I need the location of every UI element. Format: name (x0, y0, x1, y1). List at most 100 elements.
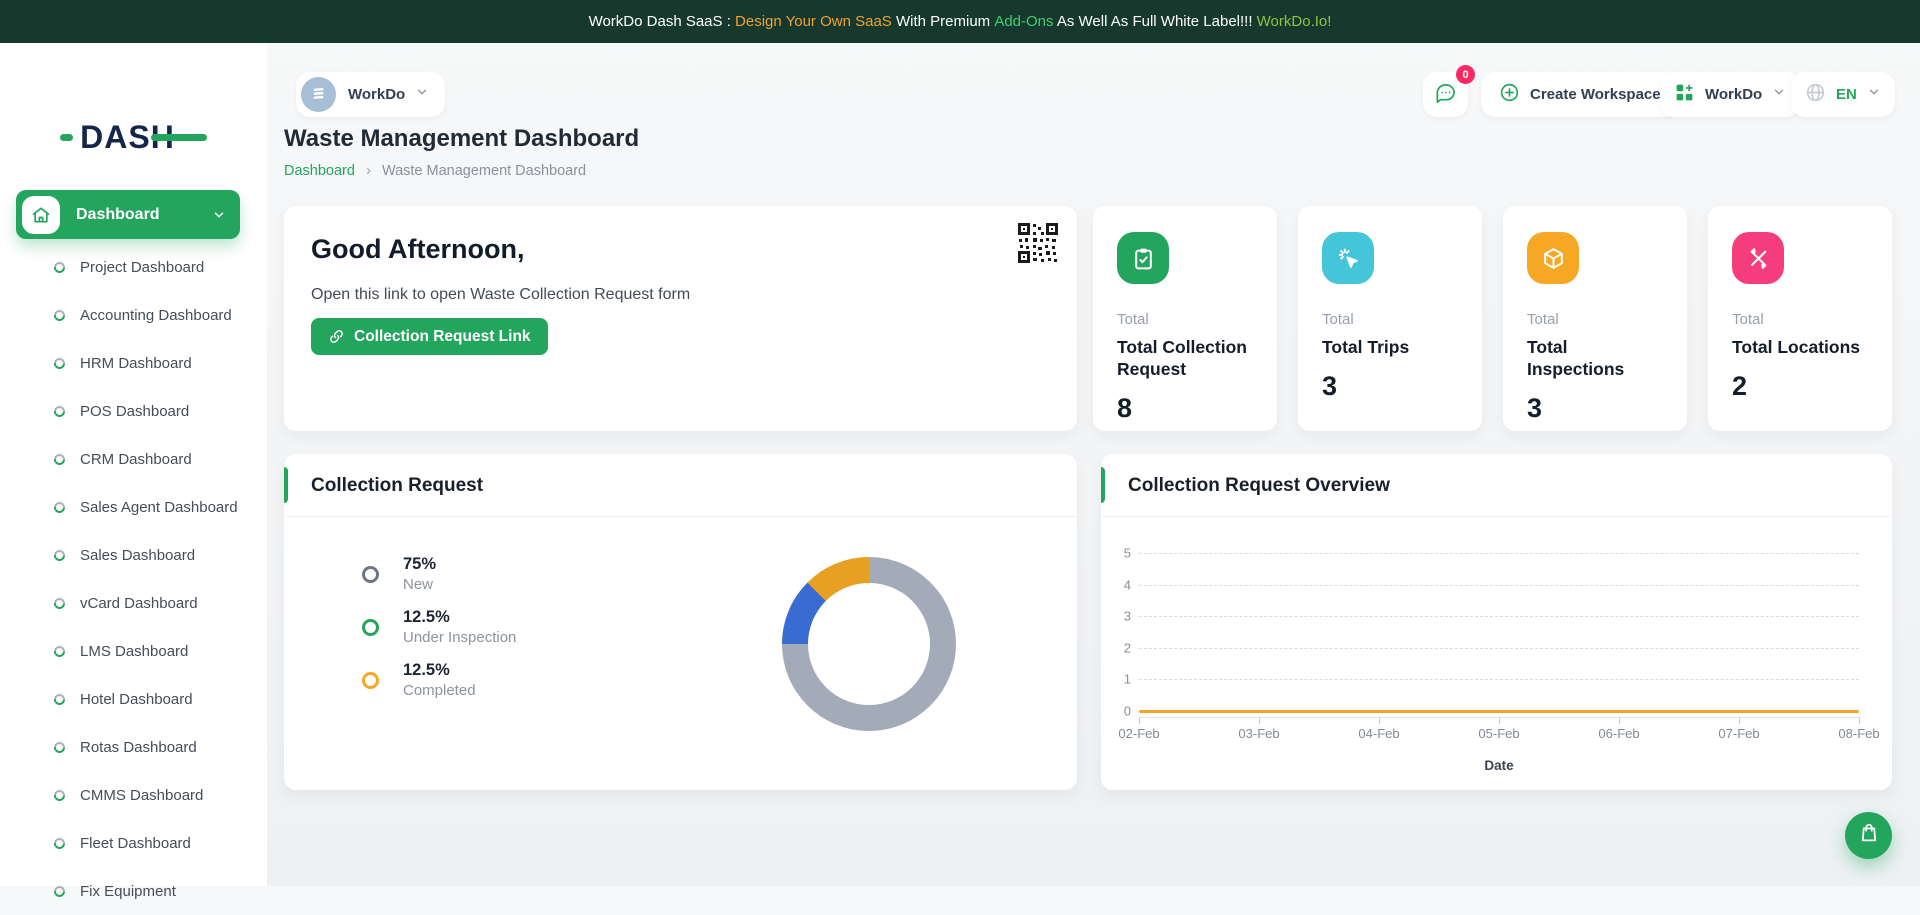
sidebar-item-label: POS Dashboard (80, 403, 189, 420)
sidebar-item-fix-equipment[interactable]: Fix Equipment (0, 867, 267, 915)
y-tick-label: 3 (1107, 609, 1131, 624)
disc-icon (52, 307, 67, 322)
x-tick (1859, 717, 1860, 724)
y-tick-label: 2 (1107, 640, 1131, 655)
sidebar-item-label: Project Dashboard (80, 259, 204, 276)
banner-segment: WorkDo Dash SaaS : (589, 13, 735, 30)
messages-badge: 0 (1456, 65, 1475, 84)
legend-item-new[interactable]: 75% New (362, 554, 516, 594)
stat-value: 2 (1732, 371, 1868, 402)
chevron-down-icon (212, 208, 226, 222)
sidebar-item-accounting-dashboard[interactable]: Accounting Dashboard (0, 291, 267, 339)
y-tick-label: 4 (1107, 577, 1131, 592)
app-switcher-label: WorkDo (1705, 86, 1762, 103)
sidebar-item-label: HRM Dashboard (80, 355, 192, 372)
y-tick-label: 5 (1107, 546, 1131, 561)
card-header: Collection Request (284, 454, 1077, 516)
sidebar-item-hrm-dashboard[interactable]: HRM Dashboard (0, 339, 267, 387)
app-logo[interactable]: DASH (0, 115, 267, 159)
x-tick-label: 02-Feb (1118, 726, 1159, 741)
cart-fab-button[interactable] (1845, 812, 1892, 859)
sidebar-item-label: CRM Dashboard (80, 451, 192, 468)
stat-label: Total (1732, 311, 1868, 328)
sidebar-item-sales-dashboard[interactable]: Sales Dashboard (0, 531, 267, 579)
x-tick (1499, 717, 1500, 724)
legend-item-under-inspection[interactable]: 12.5% Under Inspection (362, 607, 516, 647)
gridline (1139, 679, 1859, 680)
legend-label: Under Inspection (403, 629, 516, 646)
sidebar-item-crm-dashboard[interactable]: CRM Dashboard (0, 435, 267, 483)
collection-request-link-button[interactable]: Collection Request Link (311, 318, 548, 355)
disc-icon (52, 643, 67, 658)
sidebar-item-label: CMMS Dashboard (80, 787, 203, 804)
sidebar-item-fleet-dashboard[interactable]: Fleet Dashboard (0, 819, 267, 867)
app-switcher[interactable]: WorkDo (1660, 72, 1800, 117)
plus-circle-icon (1499, 82, 1520, 108)
breadcrumb-current: Waste Management Dashboard (382, 163, 586, 179)
sidebar-item-project-dashboard[interactable]: Project Dashboard (0, 243, 267, 291)
sidebar-item-rotas-dashboard[interactable]: Rotas Dashboard (0, 723, 267, 771)
y-tick-label: 1 (1107, 672, 1131, 687)
sidebar-item-label: Hotel Dashboard (80, 691, 193, 708)
stat-card-total-locations: Total Total Locations 2 (1708, 206, 1892, 431)
language-label: EN (1836, 86, 1857, 103)
sidebar-item-label: Dashboard (76, 206, 212, 224)
language-selector[interactable]: EN (1791, 72, 1895, 117)
logo-bar-icon (151, 134, 207, 141)
gridline (1139, 585, 1859, 586)
sidebar-item-dashboard[interactable]: Dashboard (16, 190, 240, 239)
stats-row: Total Total Collection Request 8 Total T… (1093, 206, 1892, 431)
stat-value: 3 (1527, 393, 1663, 424)
banner-link[interactable]: WorkDo.Io! (1257, 13, 1332, 30)
donut-chart[interactable] (782, 557, 956, 731)
greeting-subtitle: Open this link to open Waste Collection … (311, 286, 690, 304)
sidebar-item-label: Sales Agent Dashboard (80, 499, 238, 516)
stat-label: Total (1527, 311, 1663, 328)
collection-request-overview-card: Collection Request Overview 543210 02-Fe… (1101, 454, 1892, 790)
sidebar-menu: Project Dashboard Accounting Dashboard HRM… (0, 243, 267, 915)
sidebar-item-pos-dashboard[interactable]: POS Dashboard (0, 387, 267, 435)
sidebar-item-cmms-dashboard[interactable]: CMMS Dashboard (0, 771, 267, 819)
messages-button[interactable]: 0 (1423, 72, 1468, 117)
line-chart[interactable]: 543210 02-Feb03-Feb04-Feb05-Feb06-Feb07-… (1101, 516, 1892, 790)
sidebar-item-sales-agent-dashboard[interactable]: Sales Agent Dashboard (0, 483, 267, 531)
collection-request-card: Collection Request 75% New 12.5% Under I… (284, 454, 1077, 790)
legend-item-completed[interactable]: 12.5% Completed (362, 660, 516, 700)
announcement-banner: WorkDo Dash SaaS : Design Your Own SaaS … (0, 0, 1920, 43)
sidebar-item-hotel-dashboard[interactable]: Hotel Dashboard (0, 675, 267, 723)
create-workspace-button[interactable]: Create Workspace (1481, 72, 1679, 117)
cube-icon (1527, 232, 1579, 284)
chevron-down-icon (1867, 85, 1881, 104)
stat-value: 8 (1117, 393, 1253, 424)
legend-ring-icon (362, 619, 379, 636)
link-icon (328, 328, 345, 345)
workspace-name: WorkDo (348, 86, 405, 103)
x-tick (1259, 717, 1260, 724)
legend-label: Completed (403, 682, 476, 699)
banner-segment: Design Your Own SaaS (735, 13, 892, 30)
stat-title: Total Locations (1732, 337, 1868, 359)
disc-icon (52, 739, 67, 754)
sidebar-item-lms-dashboard[interactable]: LMS Dashboard (0, 627, 267, 675)
x-tick-label: 07-Feb (1718, 726, 1759, 741)
stat-value: 3 (1322, 371, 1458, 402)
sidebar-item-label: Fleet Dashboard (80, 835, 191, 852)
stat-title: Total Trips (1322, 337, 1458, 359)
stat-label: Total (1117, 311, 1253, 328)
banner-segment: With Premium (892, 13, 995, 30)
gridline (1139, 553, 1859, 554)
stat-title: Total Inspections (1527, 337, 1663, 381)
chevron-right-icon: › (366, 162, 371, 179)
breadcrumb-link-dashboard[interactable]: Dashboard (284, 163, 355, 179)
stat-card-total-trips: Total Total Trips 3 (1298, 206, 1482, 431)
sidebar-item-vcard-dashboard[interactable]: vCard Dashboard (0, 579, 267, 627)
logo-dash-icon (60, 134, 73, 141)
sidebar-item-label: Fix Equipment (80, 883, 176, 900)
x-tick (1139, 717, 1140, 724)
legend-label: New (403, 576, 436, 593)
workspace-selector[interactable]: WorkDo (296, 72, 445, 117)
disc-icon (52, 835, 67, 850)
stat-card-total-inspections: Total Total Inspections 3 (1503, 206, 1687, 431)
chevron-down-icon (415, 85, 429, 104)
x-tick-label: 03-Feb (1238, 726, 1279, 741)
